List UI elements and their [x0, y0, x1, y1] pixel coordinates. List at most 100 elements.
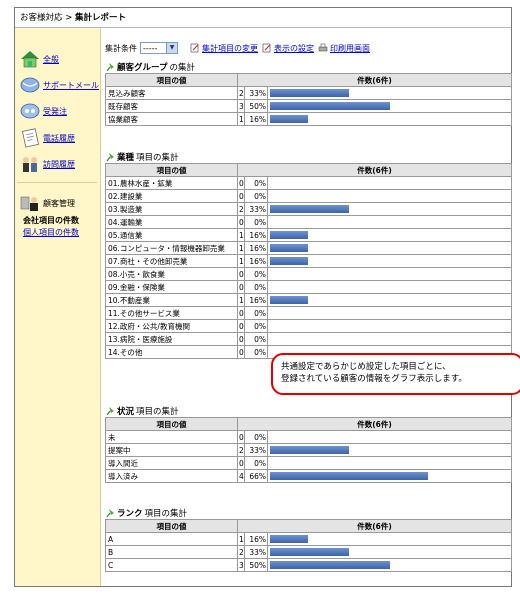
row-percent: 0%: [244, 345, 268, 359]
section-title: 状況 項目の集計: [105, 404, 511, 417]
row-percent: 0%: [244, 430, 268, 444]
row-bar-cell: [266, 456, 513, 470]
row-count: 2: [237, 202, 245, 216]
row-bar-cell: [266, 469, 513, 483]
table-row: 09.金融・保険業 0 0%: [105, 280, 513, 294]
row-count: 0: [237, 189, 245, 203]
sidebar-item-label: 受発注: [43, 106, 67, 116]
row-percent: 50%: [244, 99, 268, 113]
row-percent: 0%: [244, 189, 268, 203]
sidebar-item-support-mail[interactable]: サポートメール: [19, 74, 99, 96]
sidebar-divider: [17, 182, 97, 183]
row-bar-cell: [266, 332, 513, 346]
stat-section: 状況 項目の集計 項目の値 件数(6件) 未 0 0% 提案中 2 33% 導入間近 0 0% 導入済み 4…: [105, 404, 513, 483]
table-row: C 3 50%: [105, 558, 513, 572]
sidebar-item-orders[interactable]: 受発注: [19, 100, 67, 122]
stat-table: 項目の値 件数(6件) 見込み顧客 2 33% 既存顧客 3 50% 協業顧客 1 16%: [105, 73, 513, 126]
row-label: 03.製造業: [105, 202, 238, 216]
row-percent: 33%: [244, 545, 268, 559]
count-bar: [270, 535, 308, 543]
row-count: 1: [237, 254, 245, 268]
row-bar-cell: [266, 280, 513, 294]
sidebar-company-count-active: 会社項目の件数: [23, 216, 79, 225]
column-header-count: 件数(6件): [236, 519, 513, 533]
table-row: 導入済み 4 66%: [105, 469, 513, 483]
table-row: 04.運輸業 0 0%: [105, 215, 513, 229]
row-count: 1: [237, 241, 245, 255]
sidebar-item-label: 電話履歴: [43, 133, 75, 143]
row-label: 05.通信業: [105, 228, 238, 242]
table-row: 12.政府・公共/教育機関 0 0%: [105, 319, 513, 333]
callout-line-2: 登録されている顧客の情報をグラフ表示します。: [281, 374, 467, 384]
column-header-item: 項目の値: [105, 417, 238, 431]
breadcrumb-separator: >: [62, 13, 76, 23]
section-title: 顧客グループ の集計: [105, 60, 511, 73]
table-row: A 1 16%: [105, 532, 513, 546]
visit-icon: [23, 157, 37, 172]
row-count: 0: [237, 430, 245, 444]
row-bar-cell: [266, 558, 513, 572]
row-bar-cell: [266, 430, 513, 444]
chevron-down-icon[interactable]: ▼: [166, 43, 177, 53]
section-title: 業種 項目の集計: [105, 150, 511, 163]
row-count: 0: [237, 176, 245, 190]
section-title-main: 顧客グループ: [117, 62, 168, 73]
sidebar-item-general[interactable]: 全般: [19, 48, 59, 70]
row-percent: 16%: [244, 112, 268, 126]
sidebar-item-call-history[interactable]: 電話履歴: [19, 127, 75, 149]
row-label: 10.不動産業: [105, 293, 238, 307]
table-row: 協業顧客 1 16%: [105, 112, 513, 126]
row-bar-cell: [266, 228, 513, 242]
print-screen-link[interactable]: 印刷用画面: [318, 43, 370, 54]
stat-section: 業種 項目の集計 項目の値 件数(6件) 01.農林水産・鉱業 0 0% 02.建設業 0 0% 0…: [105, 150, 513, 359]
section-title-suffix: 項目の集計: [136, 406, 179, 417]
row-count: 3: [237, 558, 245, 572]
sidebar-item-visit-history[interactable]: 訪問履歴: [19, 153, 75, 175]
row-label: 14.その他: [105, 345, 238, 359]
sidebar: 全般 サポートメール 受発注 電話履歴 訪問履歴 顧客管理 会社項目の件数 個人…: [15, 28, 101, 586]
row-bar-cell: [266, 545, 513, 559]
count-bar: [270, 446, 349, 454]
column-header-count: 件数(6件): [236, 163, 513, 177]
stat-table: 項目の値 件数(6件) A 1 16% B 2 33% C 3 50%: [105, 519, 513, 572]
table-row: B 2 33%: [105, 545, 513, 559]
row-label: B: [105, 545, 238, 559]
row-count: 2: [237, 545, 245, 559]
column-header-count: 件数(6件): [236, 417, 513, 431]
table-row: 05.通信業 1 16%: [105, 228, 513, 242]
column-header-count: 件数(6件): [236, 73, 513, 87]
row-percent: 0%: [244, 215, 268, 229]
row-label: 06.コンピュータ・情報機器卸売業: [105, 241, 238, 255]
row-label: 協業顧客: [105, 112, 238, 126]
stat-table: 項目の値 件数(6件) 未 0 0% 提案中 2 33% 導入間近 0 0% 導入済み 4 66%: [105, 417, 513, 483]
count-bar: [270, 257, 308, 265]
display-settings-link[interactable]: 表示の設定: [262, 43, 314, 54]
row-label: 提案中: [105, 443, 238, 457]
explanation-callout: 共通設定であらかじめ設定した項目ごとに、 登録されている顧客の情報をグラフ表示し…: [271, 353, 520, 395]
stat-section: ランク 項目の集計 項目の値 件数(6件) A 1 16% B 2 33% C 3 50%: [105, 506, 513, 572]
count-bar: [270, 115, 308, 123]
row-bar-cell: [266, 86, 513, 100]
breadcrumb-current: 集計レポート: [75, 13, 127, 23]
filter-select[interactable]: ----- ▼: [140, 42, 178, 54]
row-bar-cell: [266, 532, 513, 546]
row-count: 0: [237, 332, 245, 346]
row-percent: 33%: [244, 443, 268, 457]
customer-icon: [20, 196, 38, 211]
edit-icon: [190, 43, 199, 53]
change-items-link[interactable]: 集計項目の変更: [190, 43, 258, 54]
breadcrumb-parent[interactable]: お客様対応: [20, 13, 63, 23]
row-percent: 0%: [244, 267, 268, 281]
row-count: 0: [237, 280, 245, 294]
table-row: 提案中 2 33%: [105, 443, 513, 457]
row-label: 未: [105, 430, 238, 444]
row-bar-cell: [266, 189, 513, 203]
table-header-row: 項目の値 件数(6件): [105, 519, 513, 533]
row-bar-cell: [266, 254, 513, 268]
display-settings-label: 表示の設定: [274, 43, 314, 53]
report-frame: お客様対応 > 集計レポート 全般 サポートメール 受発注 電話履歴 訪問履歴 …: [14, 7, 520, 587]
stat-table: 項目の値 件数(6件) 01.農林水産・鉱業 0 0% 02.建設業 0 0% 03.製造業 2 3…: [105, 163, 513, 359]
count-bar: [270, 244, 308, 252]
row-count: 0: [237, 267, 245, 281]
sidebar-personal-count-link[interactable]: 個人項目の件数: [23, 227, 79, 238]
